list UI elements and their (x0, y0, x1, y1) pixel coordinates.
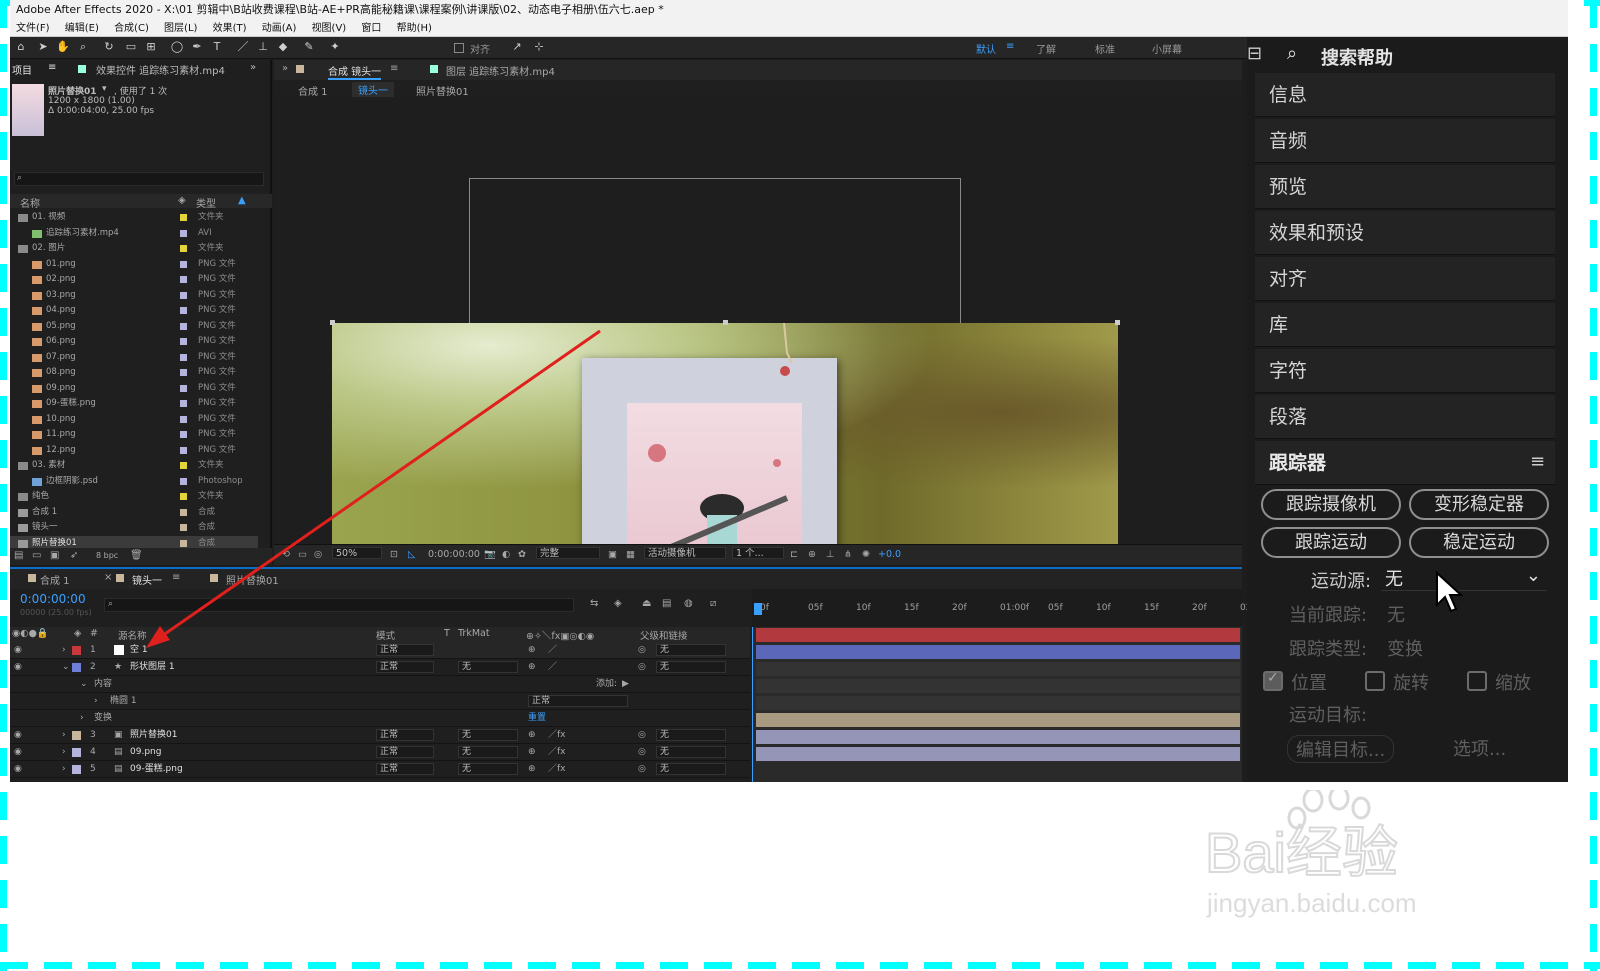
panel-preview[interactable]: 预览 (1255, 165, 1555, 209)
position-label: 位置 (1291, 673, 1327, 694)
workspace-panel-icon[interactable]: ⊟ (1247, 43, 1262, 64)
cyan-dash-border-left (0, 0, 7, 971)
search-icon: ⌕ (1287, 43, 1298, 64)
screenshot-frame: Adobe After Effects 2020 - X:\01 剪辑中\B站收… (0, 0, 1600, 971)
cyan-dash-border-right (1590, 0, 1597, 971)
cyan-dash-border-bottom (0, 962, 1600, 969)
chevron-down-icon: ⌄ (1525, 565, 1541, 586)
panel-info[interactable]: 信息 (1255, 73, 1555, 117)
motion-target-label: 运动目标: (1289, 705, 1368, 726)
rotation-checkbox[interactable] (1365, 671, 1385, 691)
current-track-value[interactable]: 无 (1387, 601, 1405, 627)
right-panel-stack: ⊟ ⌕ 搜索帮助 信息 音频 预览 效果和预设 对齐 库 字符 段落 跟踪器 ≡… (1247, 37, 1568, 782)
current-track-label: 当前跟踪: (1289, 605, 1368, 626)
watermark-logo-text: Bai经验 (1205, 821, 1398, 884)
panel-paragraph[interactable]: 段落 (1255, 395, 1555, 439)
panel-library[interactable]: 库 (1255, 303, 1555, 347)
warp-stabilizer-button[interactable]: 变形稳定器 (1409, 489, 1549, 520)
panel-effects-presets[interactable]: 效果和预设 (1255, 211, 1555, 255)
panel-character[interactable]: 字符 (1255, 349, 1555, 393)
motion-source-label: 运动源: (1311, 571, 1372, 592)
position-checkbox[interactable]: ✓ (1263, 670, 1283, 691)
panel-audio[interactable]: 音频 (1255, 119, 1555, 163)
track-type-label: 跟踪类型: (1289, 639, 1368, 660)
track-motion-button[interactable]: 跟踪运动 (1261, 527, 1401, 558)
track-type-value[interactable]: 变换 (1387, 635, 1423, 661)
help-search[interactable]: ⊟ ⌕ 搜索帮助 (1247, 41, 1568, 71)
panel-align[interactable]: 对齐 (1255, 257, 1555, 301)
mouse-cursor-icon (1436, 571, 1463, 613)
motion-source-dropdown[interactable]: 无 ⌄ (1381, 565, 1547, 591)
help-search-input[interactable]: 搜索帮助 (1321, 44, 1393, 70)
edit-target-button[interactable]: 编辑目标... (1287, 735, 1395, 763)
watermark-url: jingyan.baidu.com (1206, 888, 1417, 918)
baidu-jingyan-watermark: Bai经验 jingyan.baidu.com (1204, 785, 1505, 920)
options-button[interactable]: 选项... (1453, 735, 1506, 761)
stabilize-motion-button[interactable]: 稳定运动 (1409, 527, 1549, 558)
after-effects-window: Adobe After Effects 2020 - X:\01 剪辑中\B站收… (10, 0, 1568, 782)
checkmark-icon: ✓ (1267, 670, 1279, 686)
baidu-paw-logo: Bai经验 jingyan.baidu.com (1204, 785, 1417, 918)
motion-source-value: 无 (1385, 569, 1403, 590)
panel-tracker-header[interactable]: 跟踪器 (1255, 441, 1555, 485)
scale-checkbox[interactable] (1467, 671, 1487, 691)
tracker-menu-icon[interactable]: ≡ (1530, 451, 1545, 472)
scale-label: 缩放 (1495, 673, 1531, 694)
rotation-label: 旋转 (1393, 673, 1429, 694)
track-camera-button[interactable]: 跟踪摄像机 (1261, 489, 1401, 520)
